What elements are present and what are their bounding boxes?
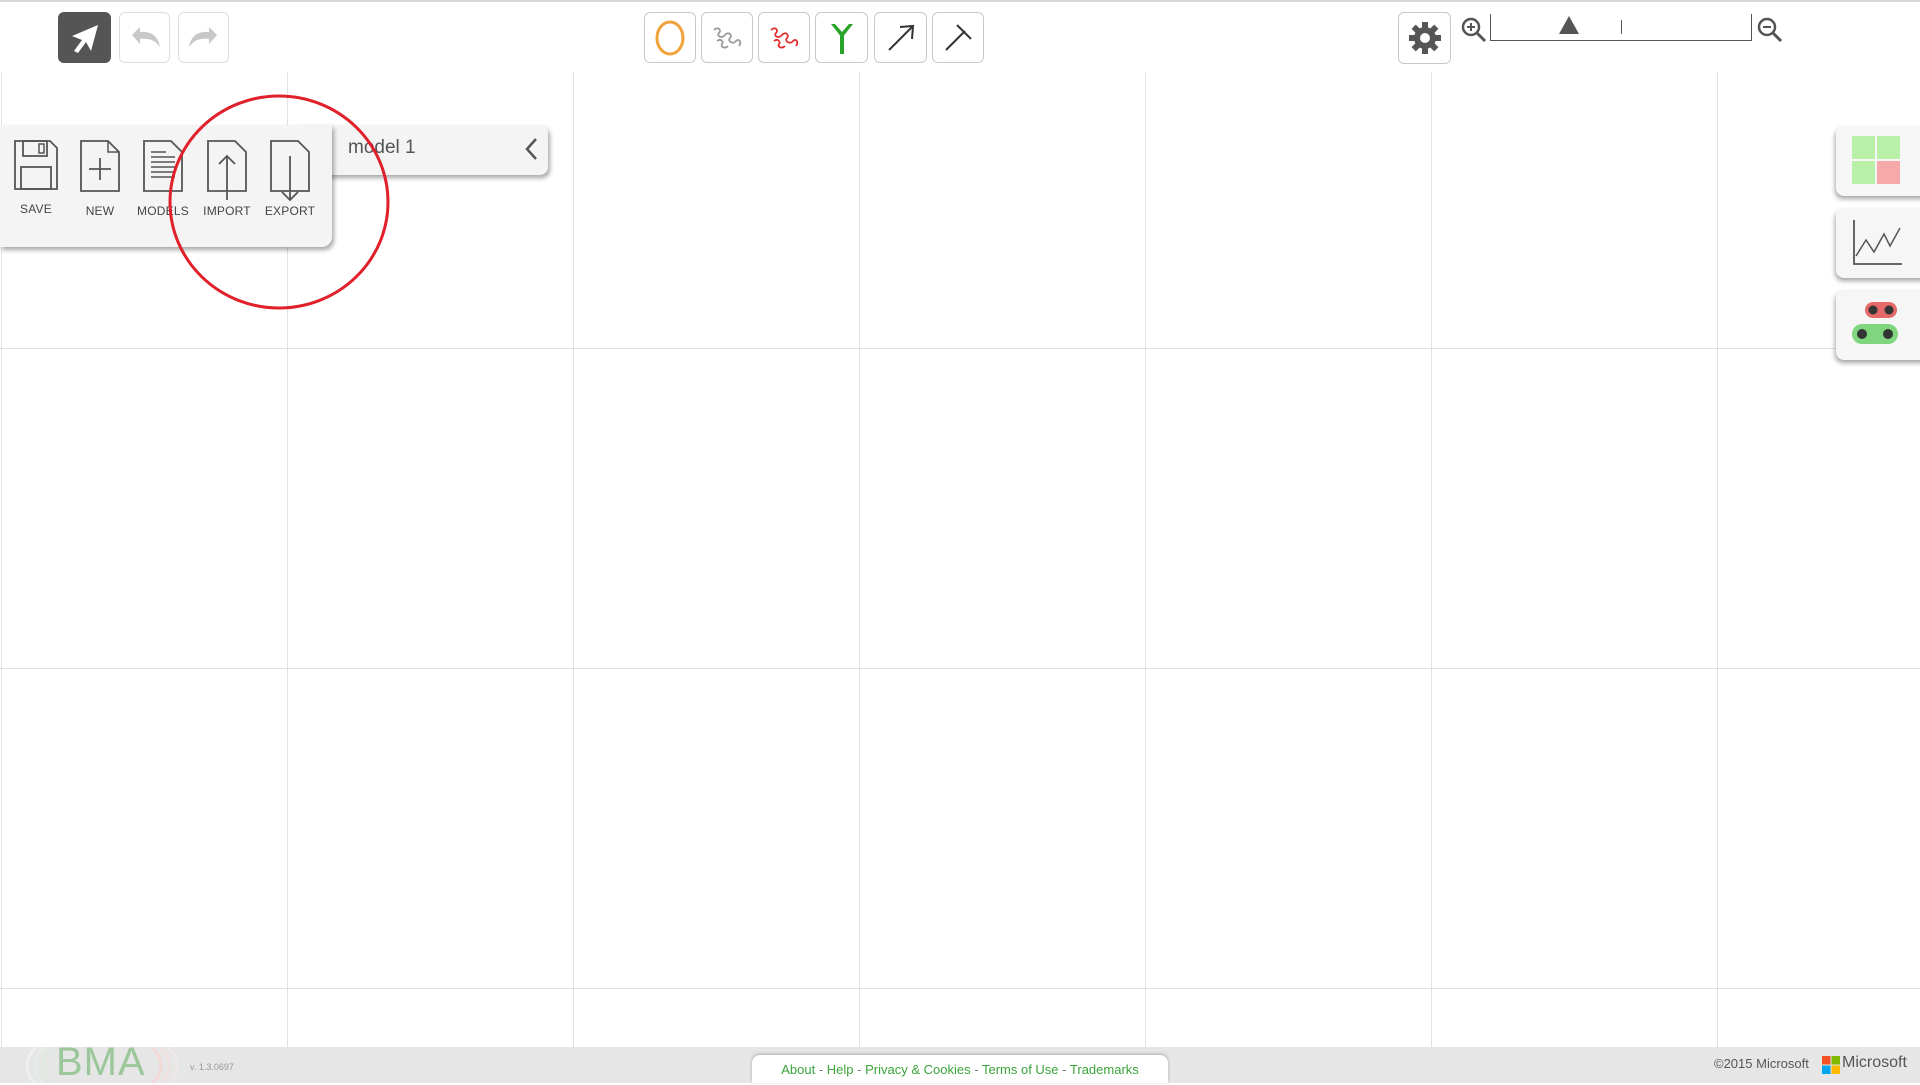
help-link[interactable]: Help (827, 1062, 854, 1077)
simulation-icon (1853, 220, 1902, 265)
inhibitor-arrow-tool-button[interactable] (932, 12, 984, 63)
proof-analysis-tab[interactable] (1836, 126, 1920, 196)
new-file-icon (80, 140, 120, 192)
microsoft-wordmark: Microsoft (1842, 1054, 1907, 1071)
copyright-text: ©2015 Microsoft (1714, 1056, 1809, 1071)
zoom-slider-tick (1621, 20, 1622, 34)
undo-icon (131, 26, 160, 47)
pointer-button[interactable] (58, 12, 111, 63)
annotation-circle (168, 94, 390, 310)
activator-arrow-tool-button[interactable] (874, 12, 927, 63)
variable-tool-button[interactable] (701, 12, 753, 63)
variable-icon (713, 26, 742, 48)
new-button[interactable]: NEW (69, 138, 131, 238)
new-label: NEW (85, 204, 115, 218)
zoom-in-icon[interactable] (1460, 16, 1488, 44)
cell-icon (655, 20, 685, 55)
collapse-chevron-icon[interactable] (522, 136, 542, 162)
constant-variable-icon (770, 26, 799, 48)
microsoft-logo-icon (1822, 1056, 1840, 1074)
further-testing-icon (1852, 302, 1898, 344)
zoom-slider[interactable] (1490, 14, 1752, 41)
inhibitor-arrow-icon (945, 23, 972, 51)
version-label: v. 1.3.0697 (190, 1062, 234, 1072)
redo-button[interactable] (178, 12, 229, 63)
privacy-link[interactable]: Privacy & Cookies (865, 1062, 970, 1077)
receptor-tool-button[interactable] (815, 12, 868, 63)
cell-tool-button[interactable] (644, 12, 696, 63)
terms-link[interactable]: Terms of Use (982, 1062, 1059, 1077)
proof-analysis-icon (1852, 136, 1900, 184)
settings-button[interactable] (1398, 12, 1451, 64)
save-icon (14, 140, 58, 190)
further-testing-tab[interactable] (1836, 290, 1920, 360)
zoom-out-icon[interactable] (1756, 16, 1784, 44)
trademarks-link[interactable]: Trademarks (1070, 1062, 1139, 1077)
save-label: SAVE (20, 202, 52, 216)
settings-icon (1408, 22, 1441, 54)
about-link[interactable]: About (781, 1062, 815, 1077)
constant-variable-tool-button[interactable] (758, 12, 810, 63)
undo-button[interactable] (119, 12, 170, 63)
save-button[interactable]: SAVE (5, 138, 67, 238)
activator-arrow-icon (887, 24, 914, 51)
redo-icon (188, 26, 217, 47)
top-border (0, 0, 1920, 2)
footer-links: About - Help - Privacy & Cookies - Terms… (752, 1055, 1168, 1083)
bma-logo-text: BMA (56, 1040, 146, 1084)
receptor-icon (830, 23, 853, 54)
simulation-tab[interactable] (1836, 208, 1920, 278)
zoom-slider-thumb[interactable] (1559, 16, 1579, 34)
pointer-icon (71, 24, 98, 53)
